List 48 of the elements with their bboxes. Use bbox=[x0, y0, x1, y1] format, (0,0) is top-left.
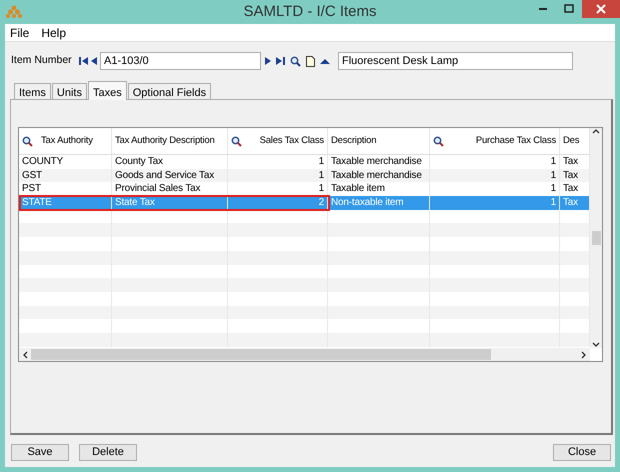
last-record-button[interactable] bbox=[276, 56, 285, 66]
scroll-thumb[interactable] bbox=[592, 231, 600, 245]
search-icon[interactable] bbox=[433, 136, 444, 146]
column-header[interactable]: Purchase Tax Class bbox=[430, 128, 560, 154]
column-header[interactable]: Tax Authority bbox=[19, 128, 112, 154]
table-cell: State Tax bbox=[112, 196, 228, 210]
scroll-left-icon[interactable] bbox=[22, 350, 28, 358]
column-header[interactable]: Tax Authority Description bbox=[112, 128, 228, 154]
table-cell: 2 bbox=[228, 196, 328, 210]
previous-record-button[interactable] bbox=[91, 56, 97, 66]
scroll-up-icon[interactable] bbox=[592, 128, 600, 134]
collapse-arrow-icon[interactable] bbox=[320, 58, 330, 64]
field-label: Item Number bbox=[11, 53, 73, 68]
action-button[interactable]: Save bbox=[11, 444, 69, 461]
new-document-icon[interactable] bbox=[306, 56, 315, 66]
column-header[interactable]: Sales Tax Class bbox=[228, 128, 328, 154]
close-button[interactable]: Close bbox=[553, 444, 611, 461]
next-record-button[interactable] bbox=[265, 56, 271, 66]
table-cell: 1 bbox=[228, 182, 328, 196]
search-icon[interactable] bbox=[231, 136, 242, 146]
menu-item[interactable]: Help bbox=[39, 24, 68, 42]
maximize-icon bbox=[564, 4, 574, 14]
tab[interactable]: Items bbox=[14, 83, 51, 99]
table-cell: Provincial Sales Tax bbox=[112, 182, 228, 196]
close-icon bbox=[596, 4, 606, 14]
table-cell: PST bbox=[19, 182, 112, 196]
search-icon[interactable] bbox=[22, 136, 33, 146]
menu-item[interactable]: File bbox=[8, 24, 32, 42]
table-cell: STATE bbox=[19, 196, 112, 210]
close-window-button[interactable] bbox=[582, 0, 620, 18]
horizontal-scrollbar[interactable] bbox=[19, 348, 590, 361]
first-record-button[interactable] bbox=[79, 56, 88, 66]
search-icon[interactable] bbox=[290, 56, 301, 66]
minimize-icon bbox=[539, 8, 547, 10]
tab[interactable]: Units bbox=[52, 83, 87, 99]
description-field[interactable]: Fluorescent Desk Lamp bbox=[338, 52, 573, 70]
scroll-right-icon[interactable] bbox=[581, 350, 587, 358]
window-title: SAMLTD - I/C Items bbox=[243, 2, 377, 22]
column-header[interactable]: Description bbox=[328, 128, 430, 154]
app-icon bbox=[6, 4, 22, 18]
vertical-scrollbar[interactable] bbox=[590, 128, 602, 348]
action-button[interactable]: Delete bbox=[79, 444, 137, 461]
scroll-thumb[interactable] bbox=[31, 349, 491, 360]
table-row[interactable]: GST Goods and Service Tax 1 Taxable merchandise 1 Tax bbox=[19, 168, 590, 182]
tab[interactable]: Optional Fields bbox=[128, 83, 212, 99]
item-number-field[interactable]: A1-103/0 bbox=[100, 52, 261, 70]
scroll-down-icon[interactable] bbox=[592, 342, 600, 348]
tab[interactable]: Taxes bbox=[88, 81, 127, 100]
